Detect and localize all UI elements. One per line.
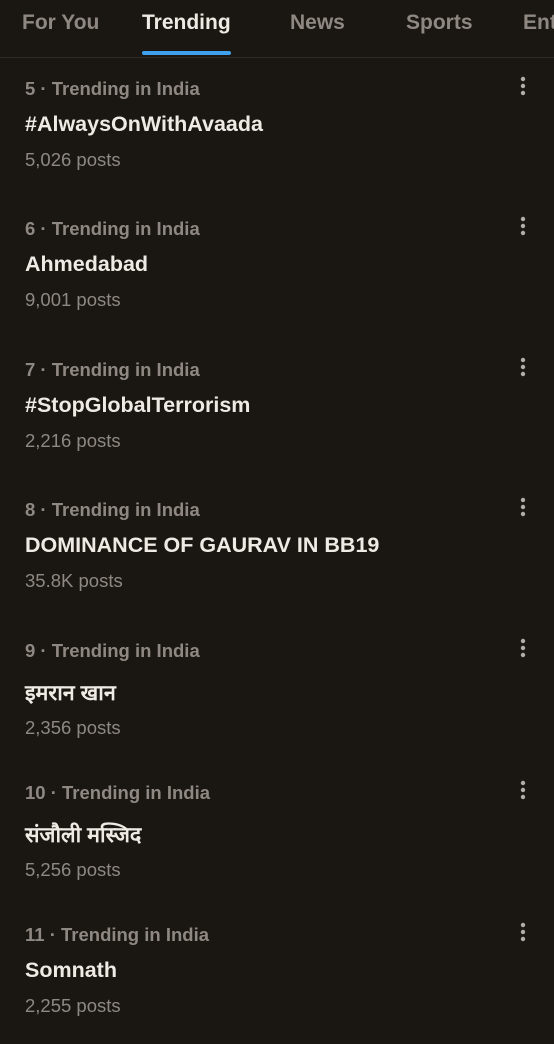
trend-rank-context: 5 · Trending in India — [25, 78, 200, 99]
tab-label: Trending — [142, 11, 231, 34]
tab-bar: For You Trending News Sports Ent — [0, 0, 554, 58]
trend-item[interactable]: 11 · Trending in India Somnath 2,255 pos… — [0, 904, 554, 1044]
trend-item[interactable]: 8 · Trending in India DOMINANCE OF GAURA… — [0, 479, 554, 619]
trend-title: DOMINANCE OF GAURAV IN BB19 — [25, 533, 380, 557]
more-vertical-icon — [520, 922, 526, 942]
trend-title: इमरान खान — [25, 681, 116, 705]
more-vertical-icon — [520, 76, 526, 96]
trend-post-count: 5,256 posts — [25, 859, 121, 880]
trend-item[interactable]: 6 · Trending in India Ahmedabad 9,001 po… — [0, 198, 554, 338]
tab-label: For You — [22, 11, 100, 34]
trend-post-count: 2,216 posts — [25, 430, 121, 451]
trend-title: संजौली मस्जिद — [25, 823, 142, 847]
trend-rank-context: 6 · Trending in India — [25, 218, 200, 239]
more-vertical-icon — [520, 216, 526, 236]
tab-trending[interactable]: Trending — [142, 0, 231, 57]
trend-title: #StopGlobalTerrorism — [25, 393, 251, 417]
trend-item[interactable]: 10 · Trending in India संजौली मस्जिद 5,2… — [0, 762, 554, 902]
more-vertical-icon — [520, 357, 526, 377]
more-vertical-icon — [520, 638, 526, 658]
trend-title: Ahmedabad — [25, 252, 149, 276]
more-options-button[interactable] — [506, 497, 540, 525]
trend-title: Somnath — [25, 958, 117, 982]
tab-for-you[interactable]: For You — [22, 0, 99, 57]
more-vertical-icon — [520, 780, 526, 800]
trend-item[interactable]: 5 · Trending in India #AlwaysOnWithAvaad… — [0, 58, 554, 198]
tab-sports[interactable]: Sports — [406, 0, 473, 57]
trend-title: #AlwaysOnWithAvaada — [25, 112, 263, 136]
more-options-button[interactable] — [506, 638, 540, 666]
trend-post-count: 35.8K posts — [25, 570, 123, 591]
trend-rank-context: 7 · Trending in India — [25, 359, 200, 380]
more-options-button[interactable] — [506, 780, 540, 808]
trend-rank-context: 9 · Trending in India — [25, 640, 200, 661]
trend-item[interactable]: 7 · Trending in India #StopGlobalTerrori… — [0, 339, 554, 479]
trend-post-count: 9,001 posts — [25, 289, 121, 310]
trend-post-count: 2,356 posts — [25, 717, 121, 738]
trend-post-count: 5,026 posts — [25, 149, 121, 170]
more-options-button[interactable] — [506, 922, 540, 950]
active-tab-indicator — [142, 51, 231, 55]
tab-news[interactable]: News — [290, 0, 345, 57]
tab-label: Sports — [406, 11, 473, 34]
trend-rank-context: 8 · Trending in India — [25, 499, 200, 520]
trend-rank-context: 11 · Trending in India — [25, 924, 209, 945]
tab-label: News — [290, 11, 345, 34]
tab-entertainment[interactable]: Ent — [523, 0, 554, 57]
tab-label: Ent — [523, 11, 554, 34]
trend-post-count: 2,255 posts — [25, 995, 121, 1016]
trend-item[interactable]: 9 · Trending in India इमरान खान 2,356 po… — [0, 620, 554, 760]
more-vertical-icon — [520, 497, 526, 517]
trend-rank-context: 10 · Trending in India — [25, 782, 211, 803]
more-options-button[interactable] — [506, 357, 540, 385]
more-options-button[interactable] — [506, 76, 540, 104]
more-options-button[interactable] — [506, 216, 540, 244]
